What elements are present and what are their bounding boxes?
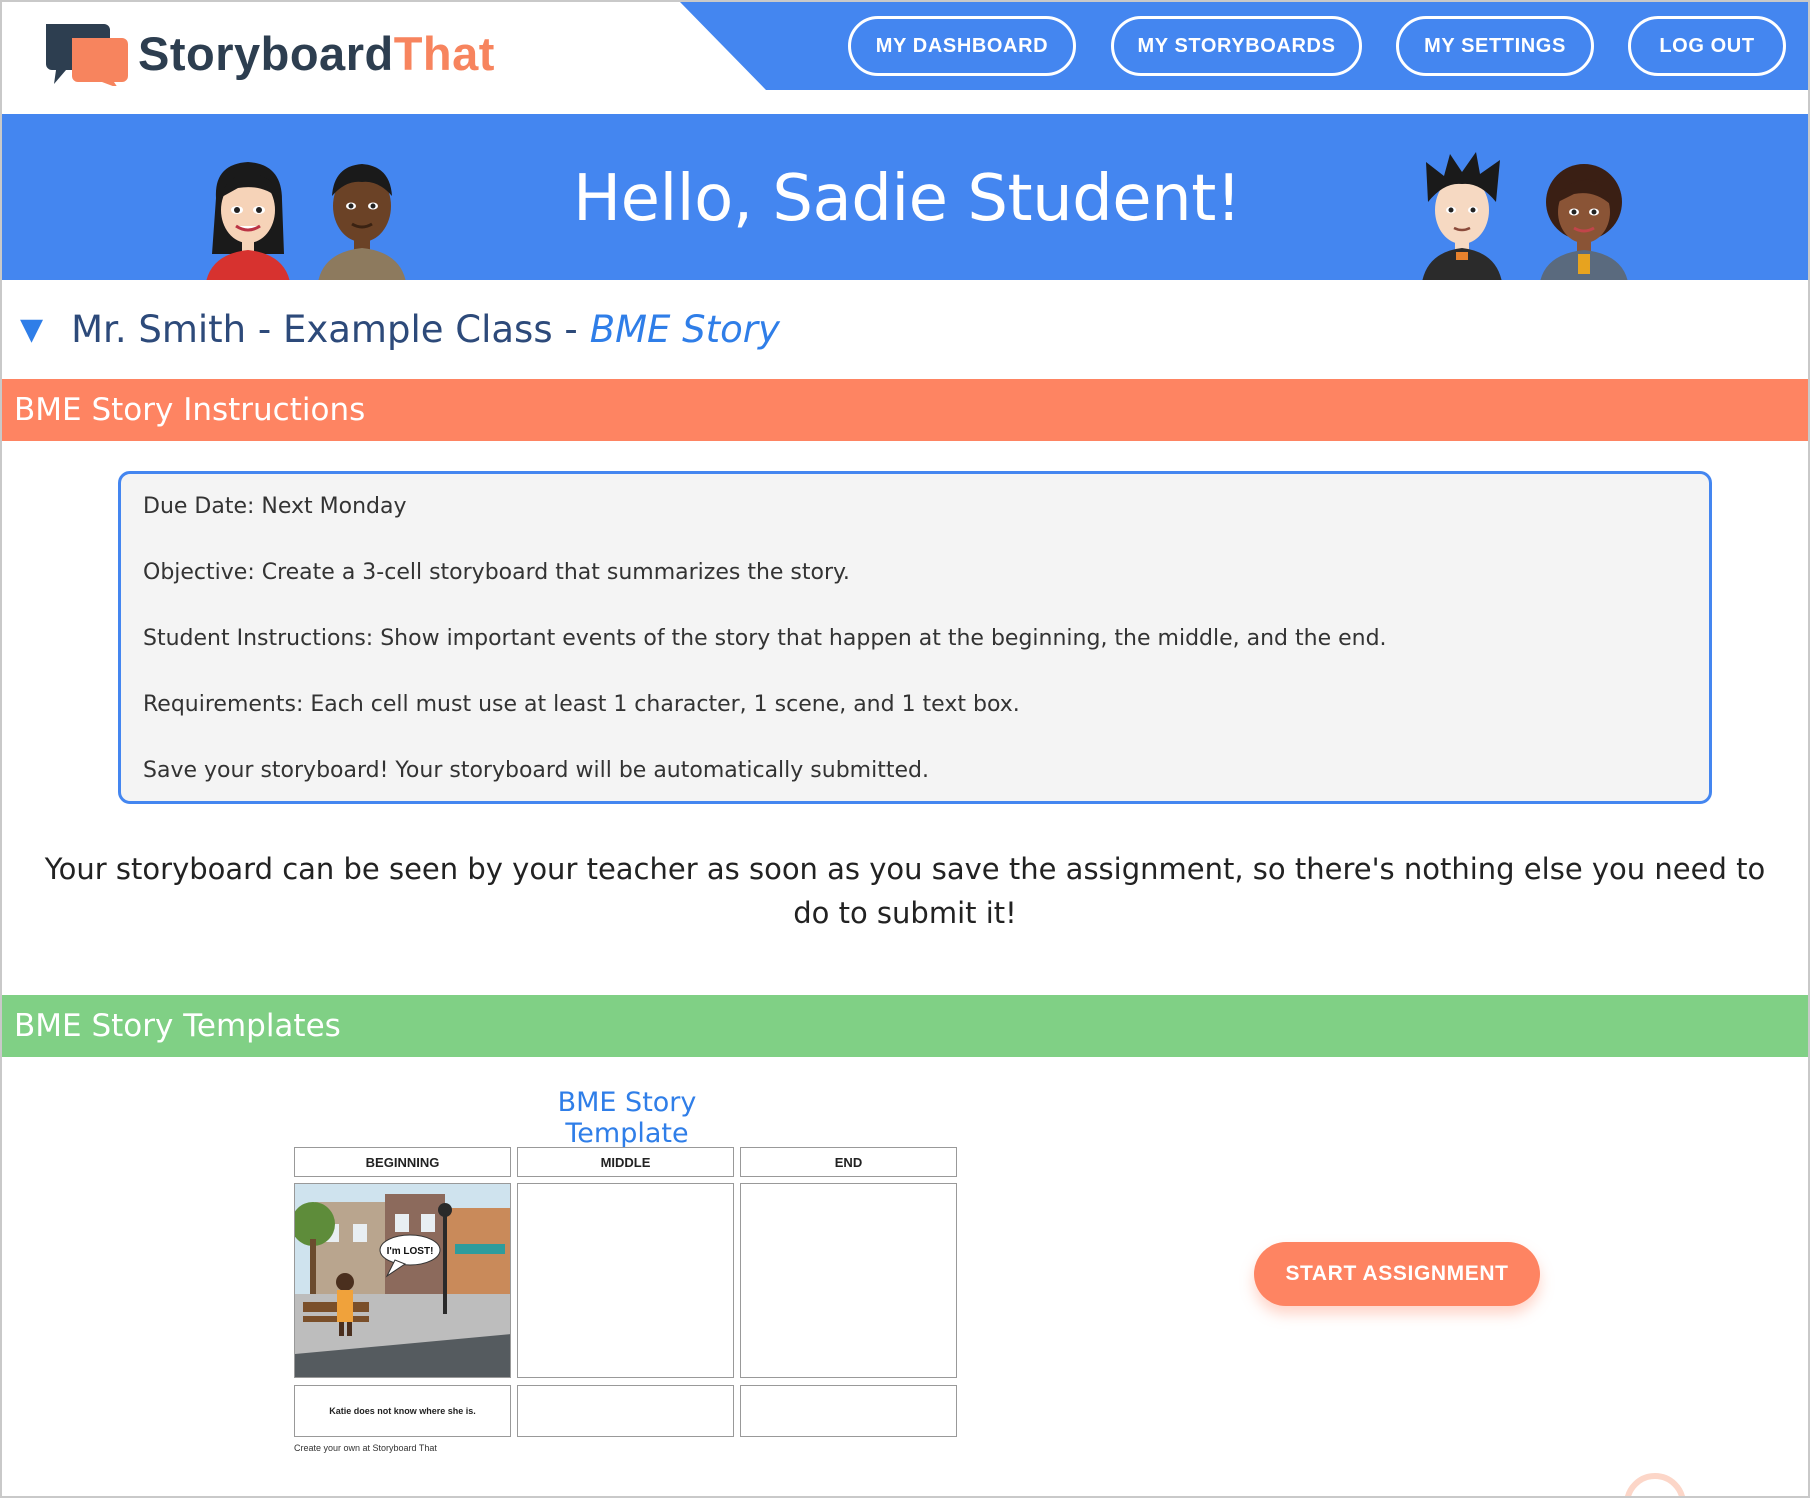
logo-word-that: That bbox=[393, 26, 495, 80]
class-name: Mr. Smith - Example Class - bbox=[71, 307, 578, 351]
instruction-objective: Objective: Create a 3-cell storyboard th… bbox=[143, 560, 850, 585]
storyboard-credit: Create your own at Storyboard That bbox=[294, 1443, 437, 1453]
instructions-section-header: BME Story Instructions bbox=[2, 379, 1808, 441]
class-heading[interactable]: ▼ Mr. Smith - Example Class - BME Story bbox=[20, 304, 780, 354]
instructions-box: Due Date: Next Monday Objective: Create … bbox=[118, 471, 1712, 804]
speech-bubble-text: I'm LOST! bbox=[387, 1246, 434, 1257]
storyboard-caption-middle bbox=[517, 1385, 734, 1437]
triangle-down-icon[interactable]: ▼ bbox=[20, 312, 43, 347]
storyboardthat-logo[interactable]: StoryboardThat bbox=[42, 20, 495, 86]
instruction-student-instructions: Student Instructions: Show important eve… bbox=[143, 626, 1387, 651]
greeting-banner: Hello, Sadie Student! bbox=[2, 114, 1808, 280]
help-widget-icon[interactable] bbox=[1624, 1473, 1686, 1496]
storyboard-cell-end bbox=[740, 1183, 957, 1378]
instruction-due-date: Due Date: Next Monday bbox=[143, 494, 407, 519]
logo-wordmark: StoryboardThat bbox=[138, 26, 495, 81]
log-out-button[interactable]: LOG OUT bbox=[1628, 16, 1786, 76]
storyboard-header-beginning: BEGINNING bbox=[294, 1147, 511, 1177]
greeting-text: Hello, Sadie Student! bbox=[573, 162, 1241, 236]
instruction-requirements: Requirements: Each cell must use at leas… bbox=[143, 692, 1020, 717]
storyboard-cell-middle bbox=[517, 1183, 734, 1378]
instruction-save-note: Save your storyboard! Your storyboard wi… bbox=[143, 758, 929, 783]
my-settings-button[interactable]: MY SETTINGS bbox=[1396, 16, 1594, 76]
storyboard-header-end: END bbox=[740, 1147, 957, 1177]
speech-bubbles-logo-icon bbox=[46, 24, 128, 86]
page-frame: StoryboardThat MY DASHBOARD MY STORYBOAR… bbox=[0, 0, 1810, 1498]
top-navigation: StoryboardThat MY DASHBOARD MY STORYBOAR… bbox=[2, 2, 1808, 114]
templates-section-header: BME Story Templates bbox=[2, 995, 1808, 1057]
storyboard-caption-beginning: Katie does not know where she is. bbox=[294, 1385, 511, 1437]
template-storyboard-preview[interactable]: BEGINNING MIDDLE END I'm LOST! Katie doe… bbox=[294, 1147, 959, 1457]
start-assignment-button[interactable]: START ASSIGNMENT bbox=[1254, 1242, 1540, 1306]
template-title-link[interactable]: BME Story Template bbox=[492, 1087, 762, 1149]
logo-word-storyboard: Storyboard bbox=[138, 26, 394, 80]
street-scene-illustration: I'm LOST! bbox=[295, 1184, 510, 1377]
storyboard-header-middle: MIDDLE bbox=[517, 1147, 734, 1177]
submission-notice: Your storyboard can be seen by your teac… bbox=[44, 852, 1766, 930]
my-dashboard-button[interactable]: MY DASHBOARD bbox=[848, 16, 1076, 76]
storyboard-cell-beginning: I'm LOST! bbox=[294, 1183, 511, 1378]
storyboard-caption-end bbox=[740, 1385, 957, 1437]
assignment-name: BME Story bbox=[589, 307, 780, 351]
my-storyboards-button[interactable]: MY STORYBOARDS bbox=[1111, 16, 1362, 76]
